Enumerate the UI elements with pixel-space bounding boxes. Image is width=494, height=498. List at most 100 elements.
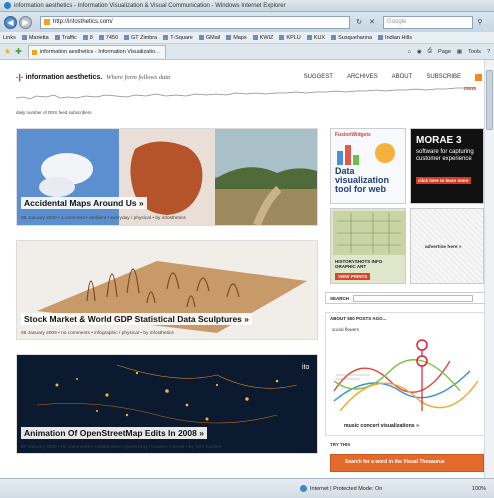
link-favicon-icon	[82, 35, 88, 40]
refresh-icon[interactable]: ↻	[353, 16, 365, 28]
try-text: Search for a word in the Visual Thesauru…	[345, 459, 445, 465]
add-favorite-icon[interactable]: ✚	[15, 47, 22, 56]
rss-label: daily number of RSS feed subscribers	[16, 110, 92, 115]
try-label: TRY THIS	[330, 442, 351, 447]
address-input[interactable]: http://infosthetics.com/	[40, 15, 350, 29]
nav-about[interactable]: ABOUT	[392, 74, 413, 80]
ad-cta-button[interactable]: VIEW PRINTS	[335, 273, 371, 280]
ad-fusionwidgets[interactable]: FusionWidgets Data visualization tool fo…	[330, 128, 406, 204]
site-nav: SUGGEST ARCHIVES ABOUT SUBSCRIBE	[290, 73, 482, 81]
safety-icon[interactable]: ▦	[457, 49, 462, 55]
help-icon[interactable]: ?	[487, 49, 490, 55]
search-placeholder: Google	[387, 19, 407, 25]
about-image[interactable]	[330, 331, 482, 419]
page-scrollbar[interactable]	[484, 60, 494, 478]
sidebar-search: SEARCH	[325, 292, 485, 304]
sidebar-search-input[interactable]	[353, 294, 474, 302]
link-favicon-icon	[252, 35, 258, 40]
post-meta: 08 January 2009 • no comments • infograp…	[21, 331, 174, 336]
link-favicon-icon	[198, 35, 204, 40]
post-card: Accidental Maps Around Us » 08 January 2…	[16, 128, 318, 226]
link-item[interactable]: KPLU	[279, 35, 301, 41]
site-logo[interactable]: information aesthetics.	[26, 74, 103, 81]
post-card: ito Animation Of OpenStreetMap Edits In …	[16, 354, 318, 454]
ad-chart-icon	[337, 143, 395, 165]
search-icon[interactable]: ⚲	[475, 16, 485, 29]
link-favicon-icon	[378, 35, 384, 40]
post-card: Stock Market & World GDP Statistical Dat…	[16, 240, 318, 340]
feeds-icon[interactable]: ◉	[417, 49, 422, 55]
home-icon[interactable]: ⌂	[407, 49, 410, 55]
forward-arrow-icon[interactable]: ▶	[19, 15, 32, 29]
favorites-star-icon[interactable]: ★	[4, 47, 11, 56]
stop-icon[interactable]: ✕	[366, 16, 378, 28]
tab-favicon-icon	[31, 49, 37, 55]
link-item[interactable]: 8	[82, 35, 93, 41]
post-image[interactable]	[17, 129, 317, 225]
ad-cta-button[interactable]: click here to learn more	[416, 177, 471, 184]
ad-map-icon	[333, 211, 405, 255]
link-item[interactable]: KWIZ	[252, 35, 273, 41]
about-label: ABOUT 500 POSTS AGO...	[330, 316, 387, 321]
links-bar: Links Marietta Traffic 8 7450 GT Zimbra …	[0, 32, 494, 44]
web-page: ·|· information aesthetics. Where form f…	[0, 60, 494, 478]
link-item[interactable]: 7450	[98, 35, 118, 41]
link-favicon-icon	[306, 35, 312, 40]
ad-brand: FusionWidgets	[335, 132, 371, 138]
tab-bar: ★ ✚ information aesthetics - Information…	[0, 44, 494, 60]
link-favicon-icon	[163, 35, 169, 40]
scrollbar-thumb[interactable]	[486, 70, 493, 130]
site-header: ·|· information aesthetics. Where form f…	[16, 70, 482, 84]
logo-icon: ·|·	[16, 72, 24, 82]
link-item[interactable]: T-Square	[163, 35, 193, 41]
back-arrow-icon[interactable]: ◀	[4, 15, 17, 29]
link-item[interactable]: Indian Hills	[378, 35, 412, 41]
security-zone[interactable]: Internet | Protected Mode: On	[300, 485, 382, 492]
rss-icon[interactable]	[475, 73, 482, 81]
page-menu[interactable]: Page	[438, 49, 451, 55]
link-favicon-icon	[124, 35, 130, 40]
search-input[interactable]: Google	[383, 15, 473, 29]
link-item[interactable]: Marietta	[21, 35, 49, 41]
link-item[interactable]: GMail	[198, 35, 220, 41]
link-item[interactable]: GT Zimbra	[124, 35, 157, 41]
rss-count: 23815	[463, 86, 476, 91]
post-meta: 07 January 2009 • no comments • collabor…	[21, 445, 222, 450]
ad-historyshots[interactable]: HISTORYSHOTS INFO GRAPHIC ART VIEW PRINT…	[330, 208, 406, 284]
post-meta: 08 January 2009 • 1 comment • ambient / …	[21, 216, 186, 221]
link-favicon-icon	[331, 35, 337, 40]
globe-icon	[300, 485, 307, 492]
tools-menu[interactable]: Tools	[468, 49, 481, 55]
zone-text: Internet | Protected Mode: On	[310, 485, 383, 492]
tab-title: information aesthetics - Information Vis…	[39, 49, 160, 55]
nav-subscribe[interactable]: SUBSCRIBE	[426, 74, 461, 80]
zoom-level[interactable]: 100%	[472, 486, 486, 492]
about-caption[interactable]: music concert visualizations »	[344, 423, 419, 429]
browser-tab[interactable]: information aesthetics - Information Vis…	[27, 45, 166, 58]
ie-logo-icon	[4, 2, 11, 9]
nav-suggest[interactable]: SUGGEST	[304, 74, 333, 80]
command-bar: ⌂ ◉ ⎙ Page ▦ Tools ?	[401, 48, 494, 55]
try-visual-thesaurus[interactable]: Search for a word in the Visual Thesauru…	[330, 454, 484, 472]
window-titlebar: information aesthetics - Information Vis…	[0, 0, 494, 12]
ad-text: software for capturing customer experien…	[416, 149, 474, 162]
post-title[interactable]: Accidental Maps Around Us »	[21, 197, 147, 209]
window-title: information aesthetics - Information Vis…	[14, 2, 286, 9]
address-toolbar: ◀ ▶ http://infosthetics.com/ ↻ ✕ Google …	[0, 12, 494, 32]
link-item[interactable]: KUX	[306, 35, 325, 41]
post-title[interactable]: Stock Market & World GDP Statistical Dat…	[21, 313, 253, 325]
ad-advertise-here[interactable]: advertise here »	[410, 208, 484, 284]
ad-title: Data visualization tool for web	[335, 166, 390, 194]
link-item[interactable]: Maps	[226, 35, 247, 41]
nav-archives[interactable]: ARCHIVES	[347, 74, 378, 80]
link-item[interactable]: Susquehanna	[331, 35, 372, 41]
ad-morae[interactable]: MORAE 3 software for capturing customer …	[410, 128, 484, 204]
ad-label: HISTORYSHOTS INFO GRAPHIC ART	[335, 259, 383, 269]
link-item[interactable]: Traffic	[54, 35, 77, 41]
status-bar: Internet | Protected Mode: On 100%	[0, 478, 494, 498]
image-overlay-text: ito	[302, 364, 310, 371]
link-favicon-icon	[21, 35, 27, 40]
print-icon[interactable]: ⎙	[428, 48, 432, 55]
post-title[interactable]: Animation Of OpenStreetMap Edits In 2008…	[21, 427, 207, 439]
advertise-link[interactable]: advertise here »	[425, 245, 462, 250]
